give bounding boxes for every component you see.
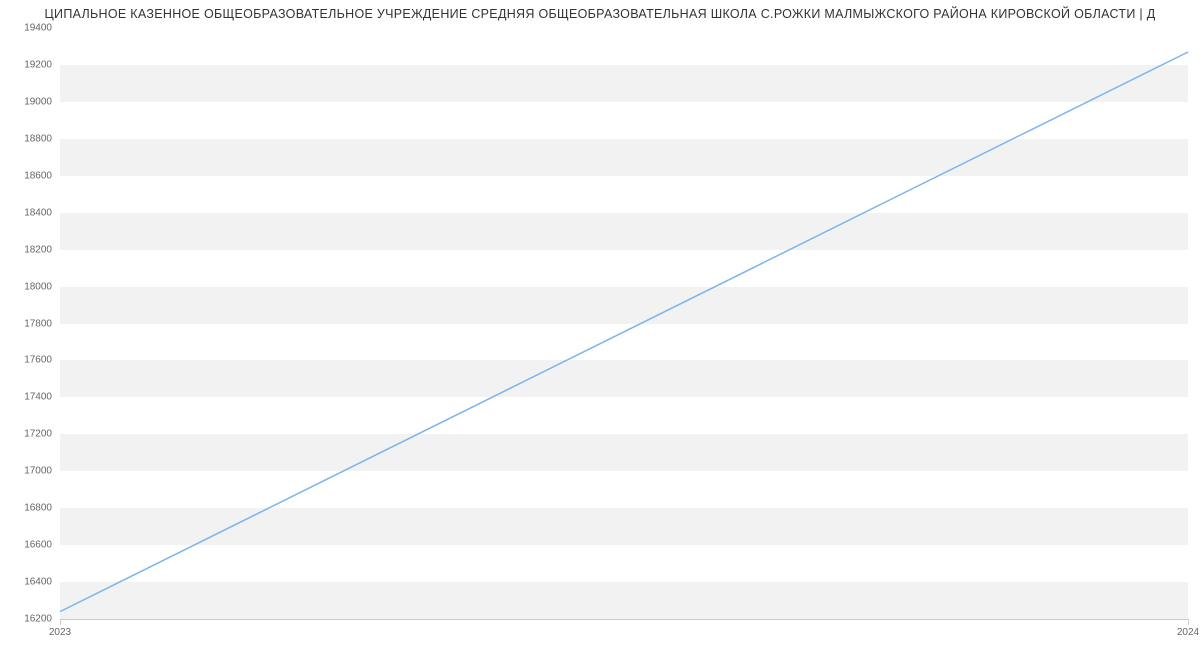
y-tick-label: 19000 (24, 96, 52, 107)
y-tick-label: 17200 (24, 429, 52, 440)
y-tick-label: 16400 (24, 577, 52, 588)
chart-container: ЦИПАЛЬНОЕ КАЗЕННОЕ ОБЩЕОБРАЗОВАТЕЛЬНОЕ У… (0, 0, 1200, 650)
y-tick-label: 17600 (24, 355, 52, 366)
y-tick-label: 16600 (24, 540, 52, 551)
line-svg (60, 28, 1188, 619)
x-tick-mark (60, 619, 61, 625)
x-tick-label: 2023 (49, 627, 71, 638)
x-tick-label: 2024 (1177, 627, 1199, 638)
data-line (60, 52, 1188, 612)
y-tick-label: 16200 (24, 614, 52, 625)
plot-area: 1620016400166001680017000172001740017600… (60, 28, 1188, 620)
chart-title: ЦИПАЛЬНОЕ КАЗЕННОЕ ОБЩЕОБРАЗОВАТЕЛЬНОЕ У… (0, 0, 1200, 27)
y-tick-label: 17000 (24, 466, 52, 477)
y-tick-label: 16800 (24, 503, 52, 514)
y-tick-label: 17400 (24, 392, 52, 403)
y-tick-label: 18800 (24, 133, 52, 144)
y-tick-label: 18400 (24, 207, 52, 218)
y-tick-label: 18000 (24, 281, 52, 292)
y-tick-label: 18200 (24, 244, 52, 255)
x-tick-mark (1188, 619, 1189, 625)
y-tick-label: 19400 (24, 23, 52, 34)
y-tick-label: 17800 (24, 318, 52, 329)
y-tick-label: 19200 (24, 59, 52, 70)
y-tick-label: 18600 (24, 170, 52, 181)
